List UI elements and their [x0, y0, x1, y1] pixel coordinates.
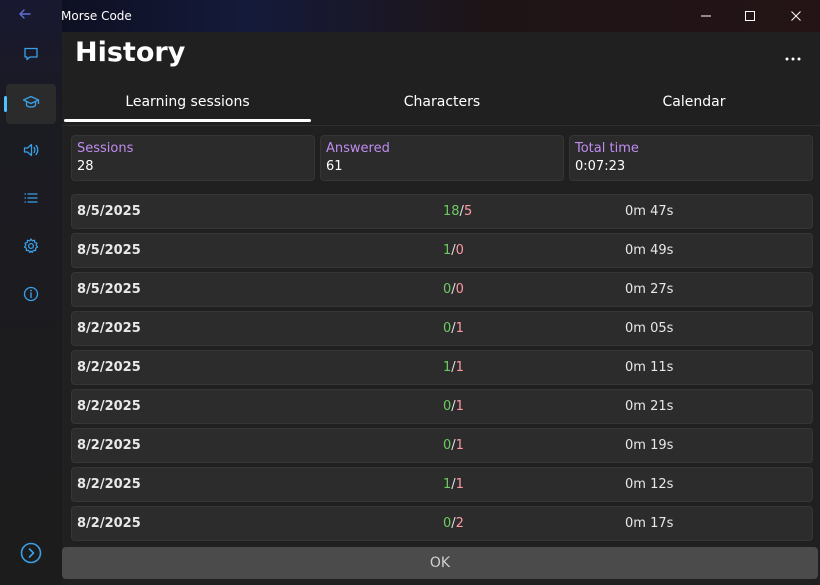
stat-label: Sessions [77, 141, 134, 156]
wrong-count: 0 [455, 282, 464, 297]
correct-count: 18 [443, 204, 460, 219]
wrong-count: 1 [455, 321, 464, 336]
stat-label: Total time [575, 141, 639, 156]
wrong-count: 1 [455, 360, 464, 375]
stat-label: Answered [326, 141, 390, 156]
maximize-icon [744, 7, 756, 26]
stat-value: 0:07:23 [575, 159, 626, 174]
stat-card-answered: Answered 61 [320, 135, 564, 181]
session-duration: 0m 49s [625, 243, 674, 258]
session-row[interactable]: 8/2/2025 1/1 0m 12s [71, 467, 813, 502]
back-arrow-icon [17, 6, 33, 26]
tab-learning-sessions[interactable]: Learning sessions [64, 82, 311, 122]
session-duration: 0m 11s [625, 360, 674, 375]
ok-button[interactable]: OK [62, 547, 818, 579]
tab-characters[interactable]: Characters [316, 82, 568, 122]
list-icon [22, 189, 40, 211]
wrong-count: 1 [455, 438, 464, 453]
session-duration: 0m 19s [625, 438, 674, 453]
stat-card-sessions: Sessions 28 [71, 135, 315, 181]
close-icon [790, 7, 802, 26]
session-score: 0/2 [443, 507, 464, 541]
back-button[interactable] [12, 4, 38, 28]
session-duration: 0m 21s [625, 399, 674, 414]
session-row[interactable]: 8/5/2025 18/5 0m 47s [71, 194, 813, 229]
sidebar-item-list[interactable] [6, 180, 56, 220]
session-row[interactable]: 8/5/2025 0/0 0m 27s [71, 272, 813, 307]
sidebar-item-about[interactable] [6, 276, 56, 316]
sidebar-item-settings[interactable] [6, 228, 56, 268]
close-button[interactable] [773, 0, 819, 32]
sidebar-item-audio[interactable] [6, 132, 56, 172]
session-row[interactable]: 8/2/2025 1/1 0m 11s [71, 350, 813, 385]
stat-card-total-time: Total time 0:07:23 [569, 135, 813, 181]
session-duration: 0m 12s [625, 477, 674, 492]
session-date: 8/5/2025 [77, 204, 141, 219]
session-date: 8/2/2025 [77, 438, 141, 453]
session-date: 8/2/2025 [77, 399, 141, 414]
stat-value: 28 [77, 159, 94, 174]
session-duration: 0m 17s [625, 516, 674, 531]
session-duration: 0m 27s [625, 282, 674, 297]
chat-icon [22, 45, 40, 67]
session-date: 8/5/2025 [77, 243, 141, 258]
tab-bar: Learning sessions Characters Calendar [64, 82, 820, 126]
session-score: 1/1 [443, 351, 464, 385]
tab-calendar[interactable]: Calendar [568, 82, 820, 122]
wrong-count: 1 [455, 399, 464, 414]
session-date: 8/5/2025 [77, 282, 141, 297]
session-date: 8/2/2025 [77, 360, 141, 375]
session-row[interactable]: 8/2/2025 0/1 0m 21s [71, 389, 813, 424]
session-duration: 0m 05s [625, 321, 674, 336]
chevron-right-circle-icon [20, 542, 42, 568]
session-date: 8/2/2025 [77, 516, 141, 531]
wrong-count: 2 [455, 516, 464, 531]
session-score: 18/5 [443, 195, 472, 229]
wrong-count: 5 [463, 204, 473, 219]
minimize-button[interactable] [683, 0, 729, 32]
more-options-button[interactable] [778, 44, 808, 68]
wrong-count: 0 [455, 243, 464, 258]
sidebar-item-learning[interactable] [6, 84, 56, 124]
session-score: 0/1 [443, 390, 464, 424]
selected-tab-underline [64, 119, 311, 122]
minimize-icon [700, 7, 712, 26]
nav-selection-indicator [4, 96, 7, 112]
session-row[interactable]: 8/5/2025 1/0 0m 49s [71, 233, 813, 268]
session-row[interactable]: 8/2/2025 0/1 0m 19s [71, 428, 813, 463]
session-row[interactable]: 8/2/2025 0/2 0m 17s [71, 506, 813, 541]
gear-icon [22, 237, 40, 259]
learning-icon [22, 93, 40, 115]
session-score: 1/0 [443, 234, 464, 268]
session-score: 0/1 [443, 429, 464, 463]
session-duration: 0m 47s [625, 204, 674, 219]
wrong-count: 1 [455, 477, 464, 492]
app-title: Morse Code [61, 9, 132, 23]
expand-sidebar-button[interactable] [6, 535, 56, 575]
session-date: 8/2/2025 [77, 477, 141, 492]
more-icon [784, 47, 802, 66]
sidebar-item-chat[interactable] [6, 36, 56, 76]
tabs-divider [62, 125, 820, 126]
session-row[interactable]: 8/2/2025 0/1 0m 05s [71, 311, 813, 346]
sidebar [0, 0, 62, 585]
session-score: 0/1 [443, 312, 464, 346]
session-score: 1/1 [443, 468, 464, 502]
maximize-button[interactable] [727, 0, 773, 32]
stat-value: 61 [326, 159, 343, 174]
speaker-icon [22, 141, 40, 163]
page-title: History [75, 37, 186, 68]
session-score: 0/0 [443, 273, 464, 307]
info-icon [22, 285, 40, 307]
session-date: 8/2/2025 [77, 321, 141, 336]
main-content: History Learning sessions Characters Cal… [62, 32, 820, 585]
